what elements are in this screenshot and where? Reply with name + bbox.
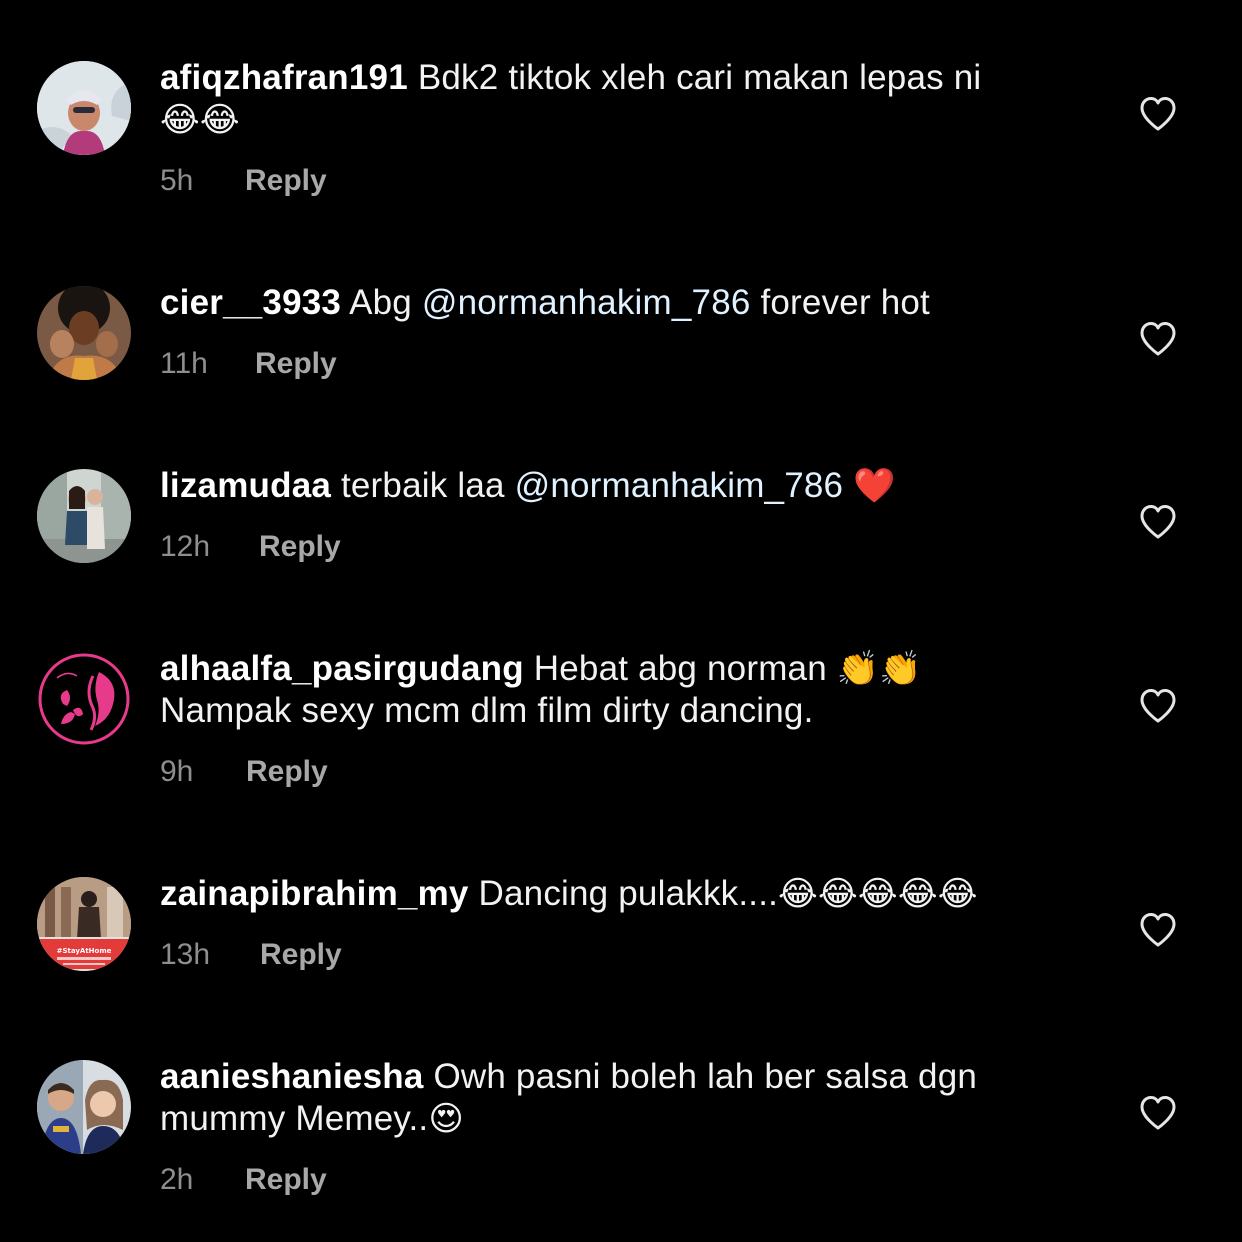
- avatar[interactable]: [37, 286, 131, 380]
- comment-text: aanieshaniesha Owh pasni boleh lah ber s…: [160, 1056, 1090, 1140]
- heart-icon[interactable]: [1139, 96, 1177, 132]
- comment-username[interactable]: alhaalfa_pasirgudang: [160, 649, 524, 688]
- comment-time: 9h: [160, 755, 194, 788]
- comment-time: 12h: [160, 530, 211, 563]
- comment-body: terbaik laa: [340, 466, 505, 505]
- laughing-emoji: 😂😂: [160, 100, 240, 140]
- heart-icon[interactable]: [1139, 321, 1177, 357]
- heart-icon[interactable]: [1139, 912, 1177, 948]
- reply-button[interactable]: Reply: [245, 1160, 327, 1200]
- comment-username[interactable]: lizamudaa: [160, 466, 331, 505]
- comment-username[interactable]: cier__3933: [160, 283, 341, 322]
- mention-link[interactable]: @normanhakim_786: [515, 466, 844, 505]
- heart-icon[interactable]: [1139, 1095, 1177, 1131]
- mention-link[interactable]: @normanhakim_786: [422, 283, 751, 322]
- reply-button[interactable]: Reply: [260, 935, 342, 975]
- comment-body: Owh pasni boleh lah ber salsa dgn: [433, 1057, 978, 1096]
- red-heart-emoji: ❤️: [853, 466, 896, 506]
- comment-text: cier__3933 Abg @normanhakim_786 forever …: [160, 282, 1090, 324]
- comment-time: 2h: [160, 1163, 194, 1196]
- comment-body-end: forever hot: [760, 283, 930, 322]
- avatar[interactable]: [37, 469, 131, 563]
- comment-body: Dancing pulakkk....: [478, 874, 779, 913]
- reply-button[interactable]: Reply: [245, 161, 327, 201]
- heart-eyes-emoji: 😍: [428, 1099, 465, 1139]
- comment-time: 11h: [160, 347, 208, 380]
- avatar[interactable]: [37, 1060, 131, 1154]
- heart-icon[interactable]: [1139, 504, 1177, 540]
- comment-text: alhaalfa_pasirgudang Hebat abg norman 👏👏…: [160, 648, 1090, 732]
- comment-username[interactable]: zainapibrahim_my: [160, 874, 469, 913]
- comment-body-line2: mummy Memey..: [160, 1099, 429, 1138]
- comment-body: Abg: [349, 283, 412, 322]
- comment-body: Bdk2 tiktok xleh cari makan lepas ni: [417, 58, 982, 97]
- comment-username[interactable]: aanieshaniesha: [160, 1057, 424, 1096]
- comment-text: zainapibrahim_my Dancing pulakkk....😂😂😂😂…: [160, 873, 1090, 915]
- comment-time: 5h: [160, 164, 194, 197]
- reply-button[interactable]: Reply: [246, 752, 328, 792]
- comment-time: 13h: [160, 938, 211, 971]
- reply-button[interactable]: Reply: [259, 527, 341, 567]
- reply-button[interactable]: Reply: [255, 344, 337, 384]
- avatar-caption: #StayAtHome: [57, 947, 112, 955]
- comment-text: lizamudaa terbaik laa @normanhakim_786 ❤…: [160, 465, 1090, 507]
- avatar[interactable]: [37, 652, 131, 746]
- heart-icon[interactable]: [1139, 688, 1177, 724]
- avatar[interactable]: [37, 61, 131, 155]
- comment-text: afiqzhafran191 Bdk2 tiktok xleh cari mak…: [160, 57, 1090, 141]
- laughing-emoji: 😂😂😂😂😂: [778, 874, 978, 914]
- comment-username[interactable]: afiqzhafran191: [160, 58, 408, 97]
- clapping-emoji: 👏👏: [836, 649, 922, 689]
- comment-body: Hebat abg norman: [533, 649, 827, 688]
- avatar[interactable]: #StayAtHome: [37, 877, 131, 971]
- comment-body-line2: Nampak sexy mcm dlm film dirty dancing.: [160, 691, 814, 730]
